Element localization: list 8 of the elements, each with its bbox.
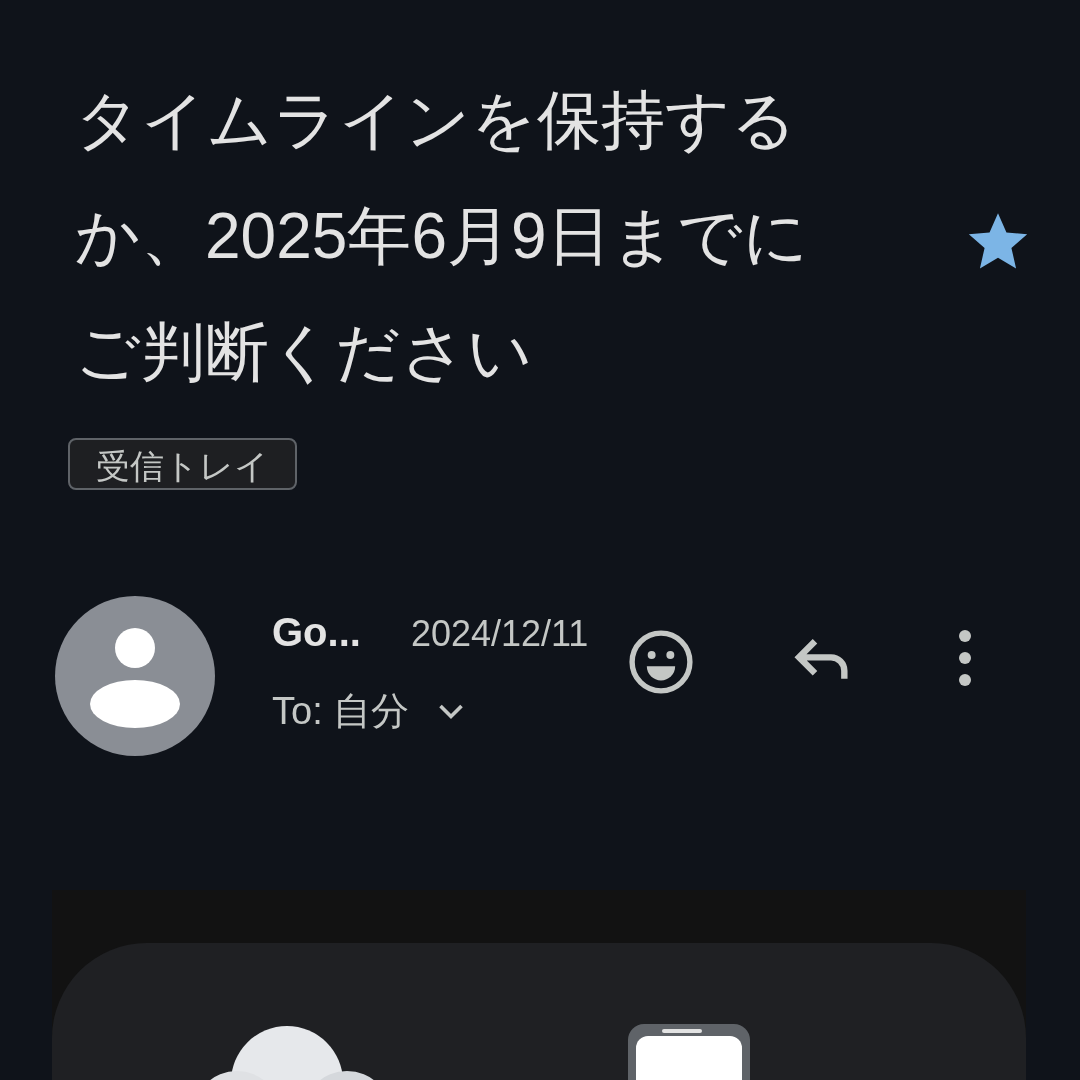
emoji-icon[interactable]: [627, 628, 695, 696]
inbox-label[interactable]: 受信トレイ: [68, 438, 297, 490]
recipient-text: To: 自分: [272, 689, 410, 734]
sender-name[interactable]: Go...: [272, 610, 361, 655]
more-options-icon[interactable]: [957, 628, 973, 688]
avatar-icon: [55, 596, 215, 756]
message-date: 2024/12/11: [410, 613, 589, 655]
email-subject: タイムラインを保持するか、2025年6月9日までにご判断ください: [75, 83, 810, 390]
